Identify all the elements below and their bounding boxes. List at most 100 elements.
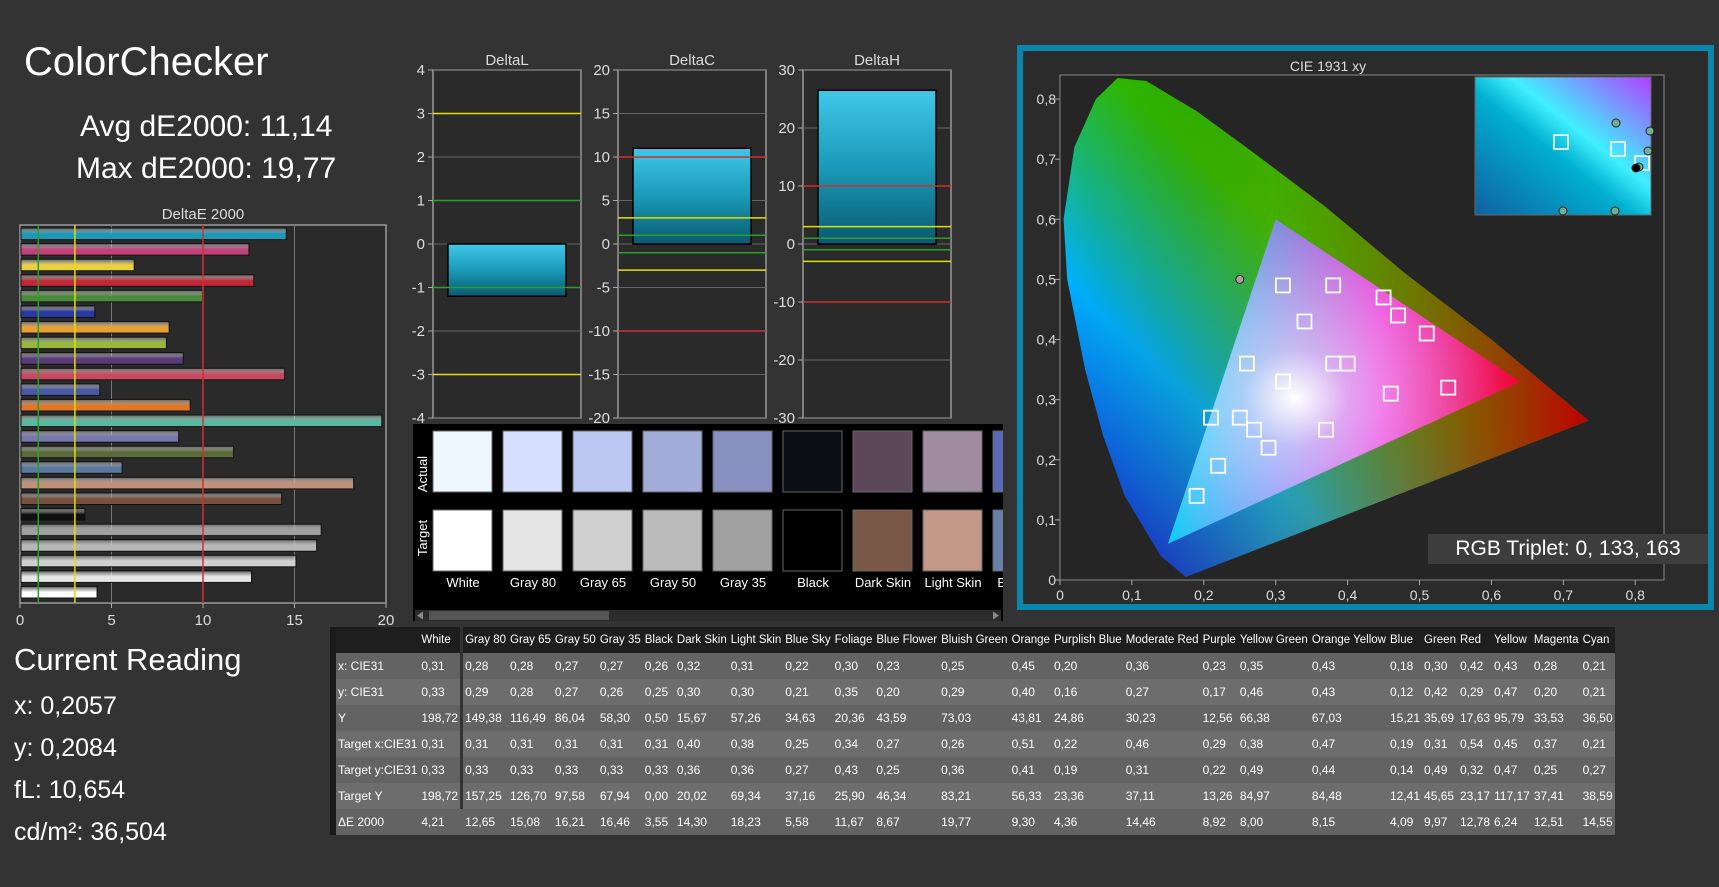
table-cell: 8,00	[1237, 809, 1310, 835]
table-cell: 83,21	[939, 783, 1010, 809]
table-cell: 14,55	[1580, 809, 1615, 835]
table-cell: 0,22	[783, 653, 833, 679]
table-cell: 0,22	[1051, 731, 1124, 757]
table-cell: 0,40	[1009, 679, 1052, 705]
table-cell: 0,31	[463, 731, 508, 757]
table-header-cell: Purple	[1200, 627, 1238, 653]
inset-measured-point	[1643, 146, 1653, 156]
deltae-bar	[20, 383, 101, 396]
table-cell: 0,42	[1422, 679, 1458, 705]
table-cell: 0,32	[674, 653, 729, 679]
swatch-actual	[712, 430, 773, 493]
table-cell: 8,15	[1309, 809, 1388, 835]
cie-ytick-label: 0	[1048, 572, 1056, 588]
current-reading-title: Current Reading	[14, 642, 242, 677]
delta-tick-label: 1	[417, 193, 425, 210]
deltae-tick-label: 10	[195, 612, 212, 625]
table-cell: 0,47	[1492, 679, 1532, 705]
table-cell: 12,78	[1457, 809, 1493, 835]
swatch-actual	[852, 430, 913, 493]
table-cell: 66,38	[1237, 705, 1310, 731]
delta-tick-label: 3	[417, 106, 425, 123]
table-header-cell: Gray 80	[463, 627, 508, 653]
inset-measured-point	[1611, 118, 1621, 128]
table-header-cell: Yellow Green	[1237, 627, 1310, 653]
table-cell: 0,32	[1457, 757, 1493, 783]
cie-ytick-label: 0,6	[1037, 211, 1057, 227]
swatch-label: White	[446, 575, 479, 590]
table-cell: 86,04	[552, 705, 598, 731]
swatch-label: Gray 35	[720, 575, 766, 590]
table-cell: 0,50	[642, 705, 675, 731]
table-cell: 37,16	[783, 783, 833, 809]
swatch-svg: Actual Target White Gray 80 Gray 65 Gray 50…	[415, 430, 1053, 621]
table-header-cell: Blue Sky	[783, 627, 833, 653]
table-cell: 0,33	[508, 757, 553, 783]
swatch-target	[712, 509, 773, 572]
delta-tick-label: 10	[593, 149, 610, 166]
table-cell: 0,17	[1200, 679, 1238, 705]
table-cell: 0,19	[1387, 731, 1423, 757]
table-cell: 0,20	[874, 679, 940, 705]
table-cell: 0,36	[1123, 653, 1201, 679]
actual-label: Actual	[415, 456, 430, 492]
cie-svg: CIE 1931 xy 0 0,1 0,2 0,3 0,4 0,5 0,6 0,7 0,8 0 0,…	[1037, 58, 1665, 603]
table-cell: 0,29	[939, 679, 1010, 705]
delta-tick-label: -10	[773, 294, 795, 311]
table-cell: 17,63	[1457, 705, 1493, 731]
table-header-cell: Blue	[1387, 627, 1423, 653]
avg-de2000: Avg dE2000: 11,14	[80, 110, 333, 143]
table-cell: 0,31	[597, 731, 643, 757]
table-cell: 56,33	[1009, 783, 1052, 809]
deltae-tick-label: 0	[16, 612, 24, 625]
table-cell: 16,21	[552, 809, 598, 835]
scrollbar-thumb[interactable]	[429, 611, 609, 620]
deltae-tick-label: 20	[378, 612, 395, 625]
deltae-tick-label: 5	[107, 612, 115, 625]
delta-tick-label: -2	[412, 323, 425, 340]
table-cell: 126,70	[508, 783, 553, 809]
table-header-cell: Gray 35	[597, 627, 643, 653]
table-cell: 0,18	[1387, 653, 1423, 679]
table-cell: 116,49	[508, 705, 553, 731]
delta-tick-label: 0	[602, 236, 610, 253]
delta-tick-label: 30	[778, 62, 795, 79]
table-header-cell: Cyan	[1580, 627, 1615, 653]
table-cell: 0,25	[939, 653, 1010, 679]
deltae-bar	[20, 570, 252, 583]
table-header-cell: Foliage	[832, 627, 875, 653]
deltae-bar	[20, 367, 286, 381]
table-cell: 6,24	[1492, 809, 1532, 835]
table-cell: 23,17	[1457, 783, 1493, 809]
colorchecker-table: White Gray 80 Gray 65 Gray 50 Gray 35 Black Da…	[329, 627, 1615, 835]
table-cell: 34,63	[783, 705, 833, 731]
cie-xtick-label: 0,5	[1410, 587, 1430, 603]
table-header-cell: Red	[1457, 627, 1493, 653]
deltae-bar	[20, 274, 255, 287]
table-cell: 0,12	[1387, 679, 1423, 705]
swatch-actual	[782, 430, 843, 493]
table-cell: 15,67	[674, 705, 729, 731]
swatch-actual	[572, 430, 633, 493]
table-cell: 57,26	[728, 705, 784, 731]
row-label: y: CIE31	[329, 679, 420, 705]
swatch-label: Gray 50	[650, 575, 696, 590]
cie-title: CIE 1931 xy	[1290, 58, 1366, 74]
delta-tick-label: 5	[602, 193, 610, 210]
swatch-target	[782, 509, 843, 572]
table-cell: 19,77	[939, 809, 1010, 835]
table-cell: 0,30	[728, 679, 784, 705]
table-cell: 30,23	[1123, 705, 1201, 731]
table-cell: 0,21	[1580, 653, 1615, 679]
table-cell: 5,58	[783, 809, 833, 835]
table-row: Target Y 198,72 157,25 126,70 97,58 67,94 0,00…	[329, 783, 1615, 809]
swatch-label: Black	[797, 575, 829, 590]
deltae-bar	[20, 492, 283, 505]
delta-tick-label: -3	[412, 367, 425, 384]
table-cell: 84,97	[1237, 783, 1310, 809]
table-cell: 0,37	[1531, 731, 1581, 757]
table-cell: 0,31	[508, 731, 553, 757]
table-cell: 0,28	[1531, 653, 1581, 679]
table-cell: 0,43	[1309, 653, 1388, 679]
table-cell: 0,25	[874, 757, 940, 783]
